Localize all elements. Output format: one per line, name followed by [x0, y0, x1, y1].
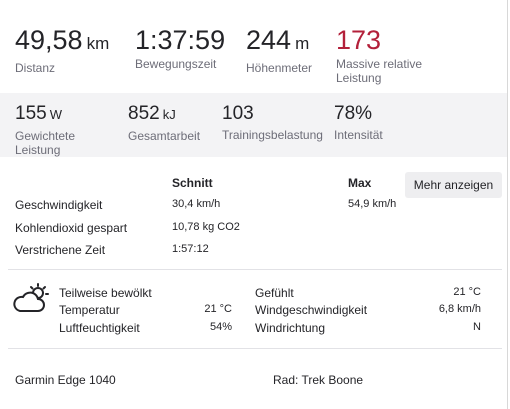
stat-distance: 49,58 km Distanz [15, 25, 109, 75]
detail-row-avg: 30,4 km/h [172, 198, 221, 210]
stat-value: 49,58 [15, 25, 83, 55]
stat-value: 155 [15, 103, 47, 124]
stat-unit: km [86, 34, 110, 53]
weather-label-wind-speed: Windgeschwindigkeit [255, 303, 368, 317]
column-header-average: Schnitt [172, 176, 213, 190]
bike-name[interactable]: Rad: Trek Boone [273, 373, 363, 387]
stat-weighted-power: 155 W Gewichtete Leistung [15, 103, 110, 157]
detail-row-label: Verstrichene Zeit [15, 243, 106, 257]
weather-label-feels-like: Gefühlt [255, 286, 294, 300]
stat-value: 852 [128, 103, 160, 124]
stat-intensity: 78% Intensität [334, 103, 383, 142]
stat-label: Intensität [334, 128, 383, 142]
stat-unit: W [49, 107, 62, 122]
stat-value: 103 [222, 103, 254, 124]
weather-label-humidity: Luftfeuchtigkeit [59, 321, 140, 335]
weather-label-wind-direction: Windrichtung [255, 321, 326, 335]
weather-condition: Teilweise bewölkt [59, 286, 152, 300]
weather-label-temperature: Temperatur [59, 303, 120, 317]
stat-unit: kJ [162, 107, 176, 122]
divider [8, 348, 502, 349]
detail-row-avg: 10,78 kg CO2 [172, 221, 240, 233]
stat-moving-time: 1:37:59 Bewegungszeit [135, 25, 225, 71]
weather-value-wind-speed: 6,8 km/h [438, 303, 481, 315]
detail-row-label: Geschwindigkeit [15, 198, 103, 212]
stat-elevation: 244 m Höhenmeter [246, 25, 312, 75]
stat-label: Gesamtarbeit [128, 129, 201, 143]
panel-border [507, 0, 508, 409]
stat-total-work: 852 kJ Gesamtarbeit [128, 103, 200, 143]
stat-label: Trainingsbelastung [222, 128, 323, 142]
show-more-button[interactable]: Mehr anzeigen [405, 172, 502, 198]
stat-value: 244 [246, 25, 292, 55]
stat-relative-effort: 173 Massive relative Leistung [336, 25, 446, 85]
weather-value-wind-direction: N [473, 321, 481, 333]
stat-label: Bewegungszeit [135, 57, 217, 71]
device-name: Garmin Edge 1040 [15, 373, 116, 387]
detail-row-max: 54,9 km/h [348, 198, 397, 210]
stat-label: Distanz [15, 61, 56, 75]
power-stats-band: 155 W Gewichtete Leistung 852 kJ Gesamtarb… [0, 93, 507, 157]
detail-row-avg: 1:57:12 [172, 243, 209, 255]
stat-unit: m [295, 34, 310, 53]
stat-value: 1:37:59 [135, 25, 226, 55]
partly-cloudy-icon [12, 283, 50, 315]
weather-value-feels-like: 21 °C [453, 286, 481, 298]
weather-value-temperature: 21 °C [204, 303, 232, 315]
column-header-max: Max [348, 176, 372, 190]
stat-label: Massive relative Leistung [336, 57, 423, 85]
divider [8, 269, 502, 270]
weather-value-humidity: 54% [209, 321, 232, 333]
stat-training-load: 103 Trainingsbelastung [222, 103, 323, 142]
stat-value: 78% [334, 103, 373, 124]
stat-label: Höhenmeter [246, 61, 313, 75]
stat-value: 173 [336, 25, 382, 55]
stat-label: Gewichtete Leistung [15, 129, 76, 157]
detail-row-label: Kohlendioxid gespart [15, 221, 128, 235]
